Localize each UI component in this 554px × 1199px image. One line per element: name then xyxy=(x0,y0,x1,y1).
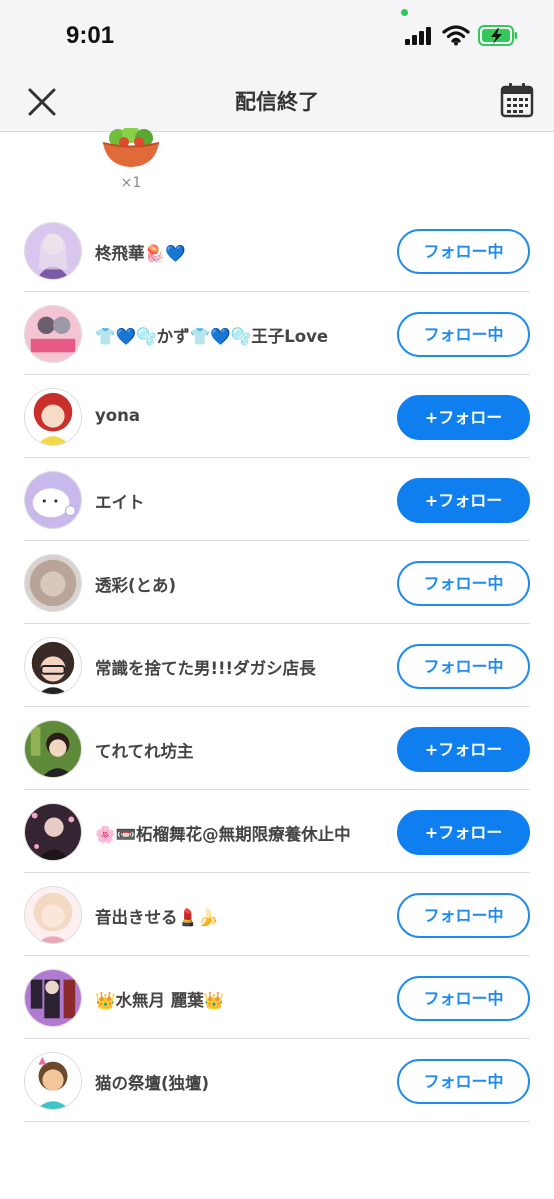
follow-button[interactable]: フォロー中 xyxy=(397,312,530,357)
header: 配信終了 xyxy=(0,74,554,132)
follow-button[interactable]: +フォロー xyxy=(397,395,530,440)
cellular-signal-icon xyxy=(405,27,433,45)
status-bar: 9:01 xyxy=(0,0,554,74)
follow-button[interactable]: +フォロー xyxy=(397,727,530,772)
follow-button[interactable]: フォロー中 xyxy=(397,1059,530,1104)
follow-button[interactable]: フォロー中 xyxy=(397,644,530,689)
user-list: 柊飛華🪼💙 フォロー中 👕💙🫧かず👕💙🫧王子Love フォロー中 yona +フ… xyxy=(0,209,554,1122)
avatar[interactable] xyxy=(24,886,82,944)
follow-button[interactable]: フォロー中 xyxy=(397,976,530,1021)
user-name: 🌸📼柘榴舞花@無期限療養休止中 xyxy=(95,825,351,844)
user-name: てれてれ坊主 xyxy=(95,742,194,761)
avatar[interactable] xyxy=(24,388,82,446)
user-name: 猫の祭壇(独壇) xyxy=(95,1074,210,1093)
user-name: 👑水無月 麗葉👑 xyxy=(95,991,225,1010)
list-item[interactable]: 猫の祭壇(独壇) フォロー中 xyxy=(24,1039,530,1122)
user-name: 柊飛華🪼💙 xyxy=(95,244,186,263)
battery-charging-icon xyxy=(478,25,517,46)
user-name: エイト xyxy=(95,493,145,512)
salad-gift-icon xyxy=(102,128,160,167)
gift-count: ×1 xyxy=(120,175,142,191)
user-name: 常識を捨てた男!!!ダガシ店長 xyxy=(95,659,316,678)
camera-indicator-icon xyxy=(401,9,408,16)
list-item[interactable]: てれてれ坊主 +フォロー xyxy=(24,707,530,790)
avatar[interactable] xyxy=(24,720,82,778)
avatar[interactable] xyxy=(24,471,82,529)
list-item[interactable]: 常識を捨てた男!!!ダガシ店長 フォロー中 xyxy=(24,624,530,707)
follow-button[interactable]: +フォロー xyxy=(397,478,530,523)
list-item[interactable]: 柊飛華🪼💙 フォロー中 xyxy=(24,209,530,292)
screen: 9:01 配信終了 ×1 柊飛華🪼💙 フォロー中 👕💙🫧かず👕💙🫧王子Love … xyxy=(0,0,554,1199)
list-item[interactable]: yona +フォロー xyxy=(24,375,530,458)
page-title: 配信終了 xyxy=(235,90,319,114)
avatar[interactable] xyxy=(24,637,82,695)
follow-button[interactable]: +フォロー xyxy=(397,810,530,855)
list-item[interactable]: 🌸📼柘榴舞花@無期限療養休止中 +フォロー xyxy=(24,790,530,873)
avatar[interactable] xyxy=(24,1052,82,1110)
user-name: yona xyxy=(95,406,140,425)
user-name: 👕💙🫧かず👕💙🫧王子Love xyxy=(95,327,329,346)
list-item[interactable]: エイト +フォロー xyxy=(24,458,530,541)
follow-button[interactable]: フォロー中 xyxy=(397,229,530,274)
calendar-icon[interactable] xyxy=(500,82,534,118)
list-item[interactable]: 音出きせる💄🍌 フォロー中 xyxy=(24,873,530,956)
list-item[interactable]: 👑水無月 麗葉👑 フォロー中 xyxy=(24,956,530,1039)
list-item[interactable]: 👕💙🫧かず👕💙🫧王子Love フォロー中 xyxy=(24,292,530,375)
user-name: 透彩(とあ) xyxy=(95,576,177,595)
avatar[interactable] xyxy=(24,969,82,1027)
follow-button[interactable]: フォロー中 xyxy=(397,893,530,938)
avatar[interactable] xyxy=(24,305,82,363)
avatar[interactable] xyxy=(24,803,82,861)
follow-button[interactable]: フォロー中 xyxy=(397,561,530,606)
wifi-icon xyxy=(442,25,470,46)
avatar[interactable] xyxy=(24,222,82,280)
avatar[interactable] xyxy=(24,554,82,612)
list-item[interactable]: 透彩(とあ) フォロー中 xyxy=(24,541,530,624)
user-name: 音出きせる💄🍌 xyxy=(95,908,219,927)
status-time: 9:01 xyxy=(66,22,115,49)
